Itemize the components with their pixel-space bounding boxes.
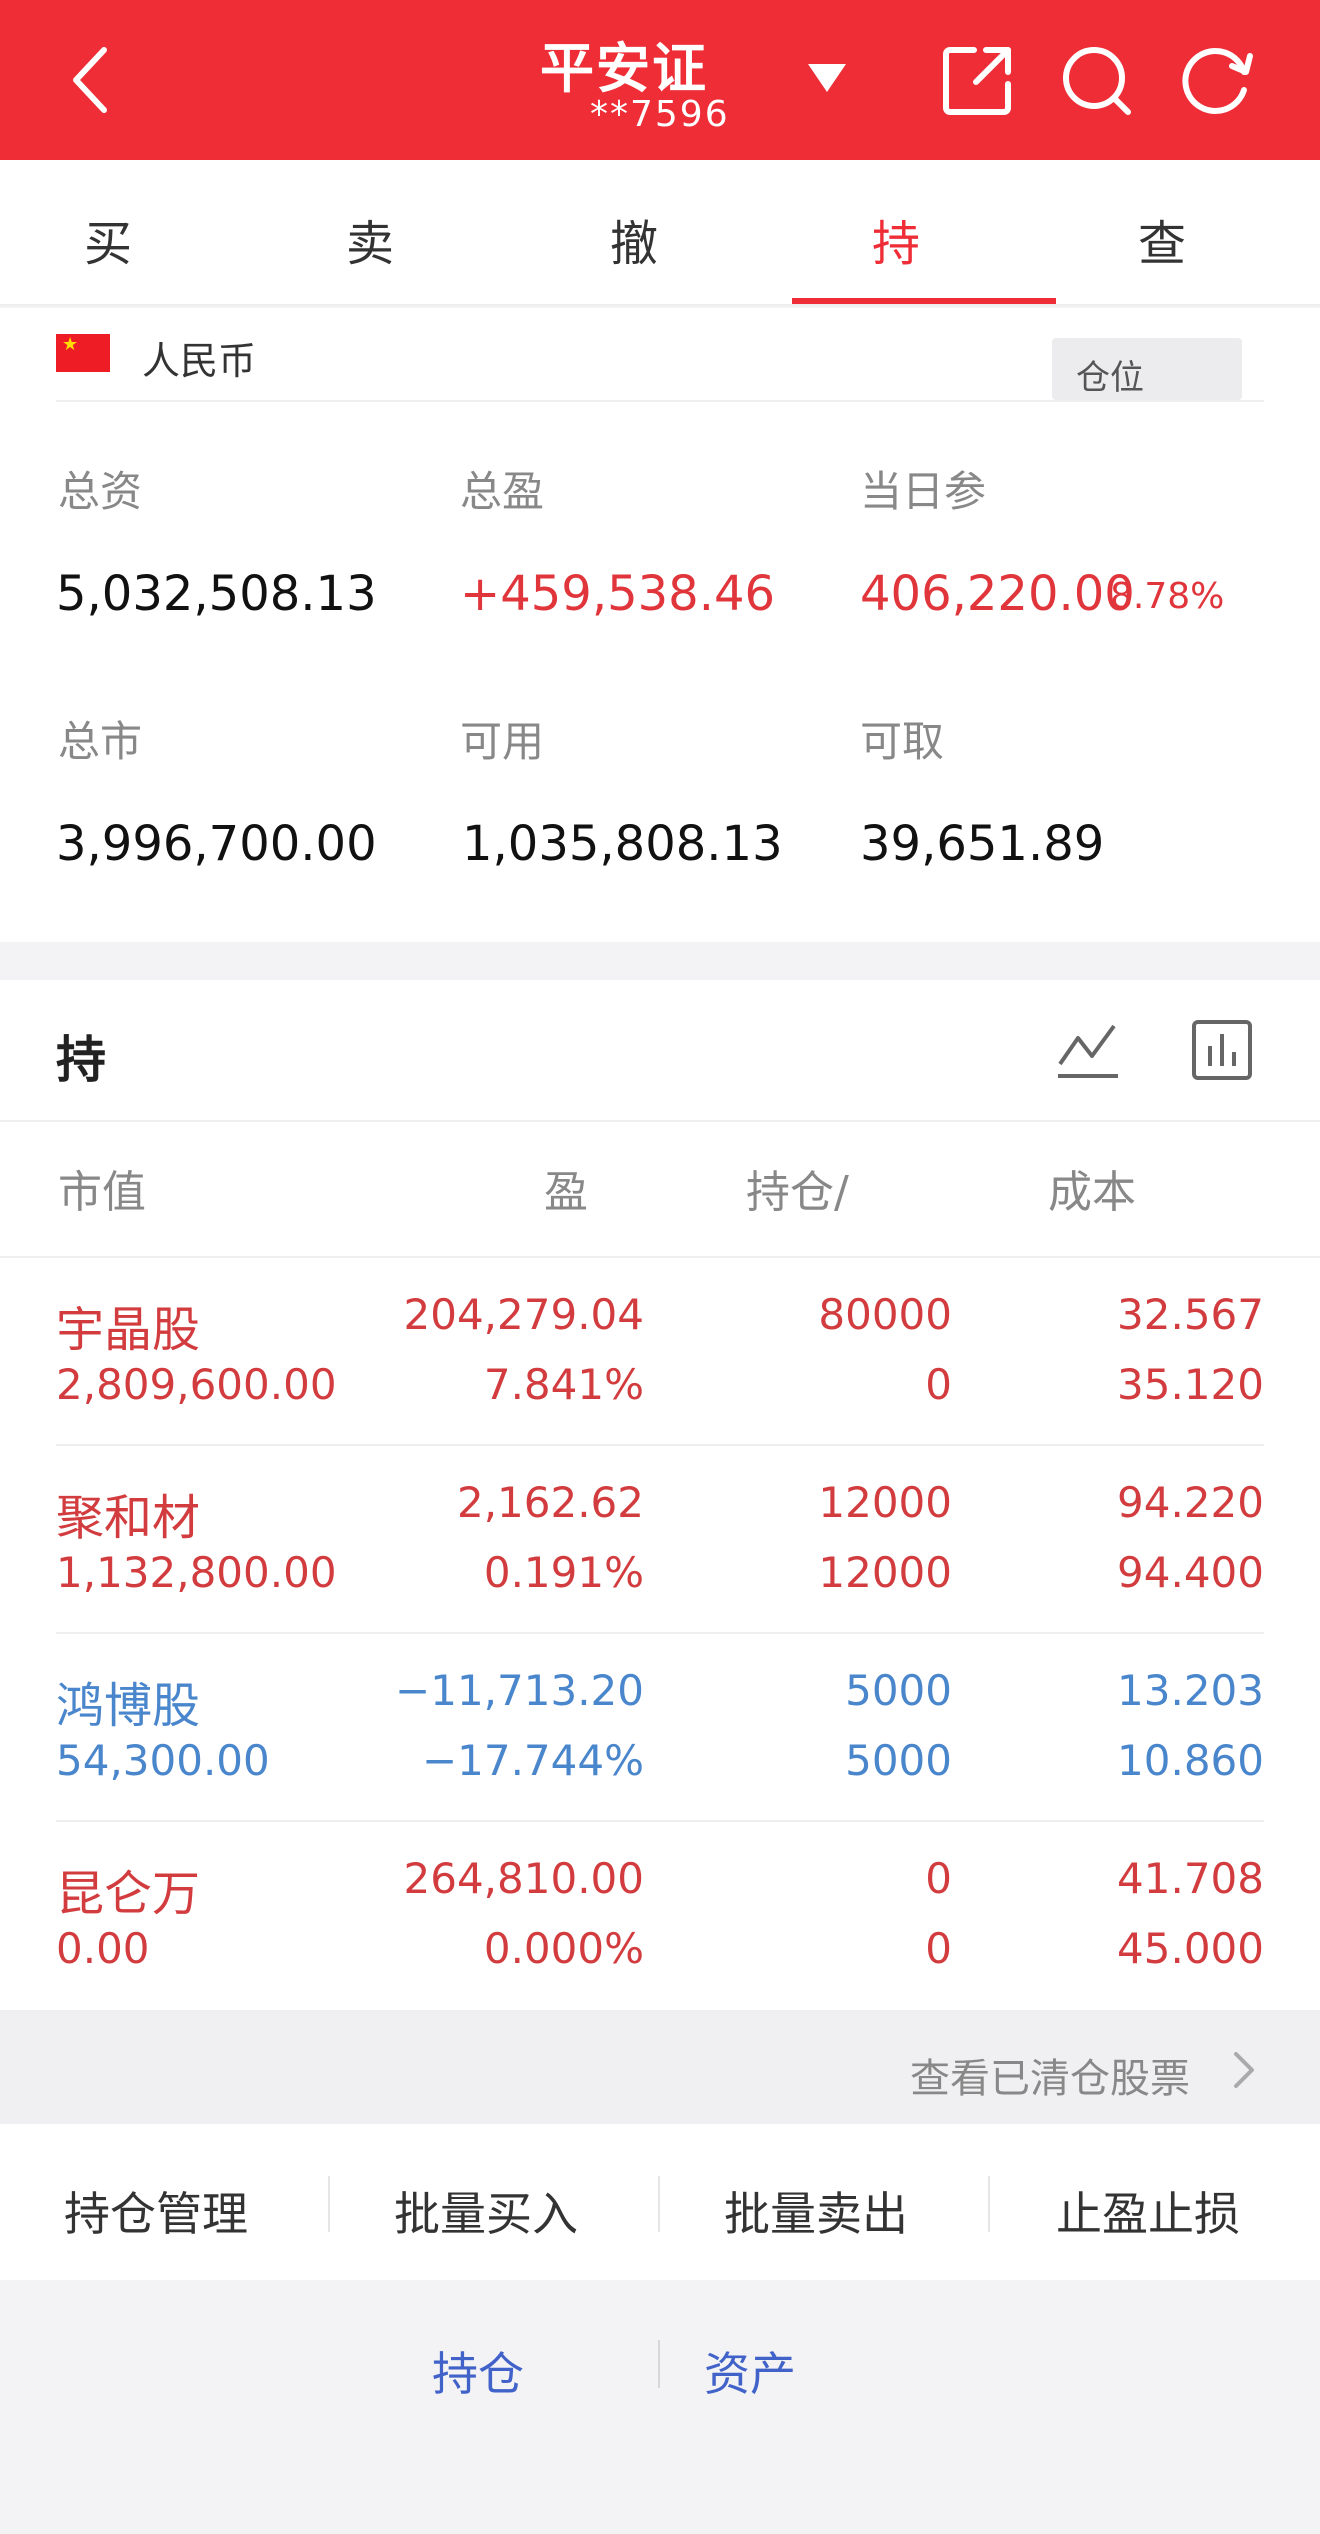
view-cleared-stocks-link[interactable]: 查看已清仓股票 [910, 2046, 1190, 2104]
active-tab-indicator [792, 298, 1056, 304]
daily-pl-label: 当日参 [860, 467, 987, 516]
assets-analysis-link[interactable]: 资产 [704, 2338, 796, 2404]
profit-loss-percent: 0.191% [483, 1548, 644, 1597]
withdrawable-label: 可取 [860, 717, 945, 766]
divider [658, 2340, 660, 2388]
available-qty: 0 [925, 1924, 952, 1973]
total-assets-label: 总资 [58, 467, 143, 516]
position-qty: 0 [925, 1854, 952, 1903]
divider [0, 1256, 1320, 1258]
tab-cancel[interactable]: 撤 [610, 204, 658, 274]
current-price: 35.120 [1117, 1360, 1264, 1409]
top-bar: 平安证 **7596 [0, 0, 1320, 160]
available-funds-value: 1,035,808.13 [462, 816, 783, 872]
profit-loss: 204,279.04 [403, 1290, 644, 1339]
market-value-label: 总市 [58, 717, 143, 766]
position-qty: 80000 [818, 1290, 952, 1339]
total-assets-value: 5,032,508.13 [56, 566, 377, 622]
refresh-icon[interactable] [1180, 42, 1256, 118]
cost-price: 94.220 [1117, 1478, 1264, 1527]
china-flag-icon: ★ [56, 334, 110, 372]
back-arrow-icon[interactable] [62, 40, 122, 120]
position-qty: 5000 [845, 1666, 952, 1715]
take-profit-stop-loss-button[interactable]: 止盈止损 [1056, 2178, 1240, 2244]
column-market-value: 市值 [58, 1167, 146, 1218]
profit-loss: 2,162.62 [456, 1478, 644, 1527]
currency-label[interactable]: 人民币 [142, 330, 256, 385]
batch-sell-button[interactable]: 批量卖出 [724, 2178, 908, 2244]
divider [56, 1632, 1264, 1634]
cleared-stocks-bar: 查看已清仓股票 [0, 2010, 1320, 2124]
cost-price: 13.203 [1117, 1666, 1264, 1715]
profit-loss: 264,810.00 [403, 1854, 644, 1903]
available-qty: 5000 [845, 1736, 952, 1785]
divider [328, 2176, 330, 2232]
share-icon[interactable] [940, 42, 1016, 118]
column-position: 持仓/ [746, 1167, 849, 1218]
holdings-title: 持 [56, 1031, 106, 1089]
profit-loss-percent: 0.000% [483, 1924, 644, 1973]
divider [56, 400, 1264, 402]
trend-chart-icon[interactable] [1054, 1016, 1122, 1084]
total-pl-value: +459,538.46 [460, 566, 776, 622]
profit-loss-percent: −17.744% [421, 1736, 644, 1785]
daily-pl-value: 406,220.00 [860, 566, 1135, 622]
current-price: 94.400 [1117, 1548, 1264, 1597]
trade-tabs: 买 卖 撤 持 查 [0, 160, 1320, 306]
column-cost: 成本 [1048, 1167, 1136, 1218]
divider [56, 1820, 1264, 1822]
position-qty: 12000 [818, 1478, 952, 1527]
divider [988, 2176, 990, 2232]
broker-title[interactable]: 平安证 [540, 24, 708, 103]
position-button[interactable]: 仓位 [1052, 338, 1242, 400]
tab-sell[interactable]: 卖 [346, 204, 394, 274]
current-price: 45.000 [1117, 1924, 1264, 1973]
available-qty: 12000 [818, 1548, 952, 1597]
column-profit-loss: 盈 [544, 1167, 588, 1218]
stock-name: 鸿博股 [56, 1678, 201, 1734]
search-icon[interactable] [1058, 42, 1134, 118]
market-value: 54,300.00 [56, 1736, 270, 1785]
holdings-analysis-link[interactable]: 持仓 [432, 2338, 524, 2404]
divider [56, 1444, 1264, 1446]
cost-price: 41.708 [1117, 1854, 1264, 1903]
account-number: **7596 [590, 94, 730, 135]
market-value: 0.00 [56, 1924, 150, 1973]
bar-chart-icon[interactable] [1188, 1016, 1256, 1084]
footer: 持仓 资产 [0, 2280, 1320, 2534]
stock-name: 昆仑万 [56, 1866, 201, 1922]
cost-price: 32.567 [1117, 1290, 1264, 1339]
batch-buy-button[interactable]: 批量买入 [394, 2178, 578, 2244]
current-price: 10.860 [1117, 1736, 1264, 1785]
holdings-panel: 持 市值 盈 持仓/ 成本 宇晶股 2,809,600.00 204,279.0… [0, 980, 1320, 2010]
divider [658, 2176, 660, 2232]
stock-name: 宇晶股 [56, 1302, 201, 1358]
account-summary-card: ★ 人民币 仓位 总资 5,032,508.13 总盈 +459,538.46 … [0, 308, 1320, 942]
chevron-right-icon[interactable] [1230, 2050, 1258, 2090]
stock-name: 聚和材 [56, 1490, 201, 1546]
available-qty: 0 [925, 1360, 952, 1409]
tab-buy[interactable]: 买 [84, 204, 132, 274]
divider [0, 1120, 1320, 1122]
market-value-value: 3,996,700.00 [56, 816, 377, 872]
daily-pl-percent: 8.78% [1110, 576, 1225, 617]
manage-positions-button[interactable]: 持仓管理 [64, 2178, 248, 2244]
profit-loss: −11,713.20 [395, 1666, 644, 1715]
holding-actions-bar: 持仓管理 批量买入 批量卖出 止盈止损 [0, 2124, 1320, 2280]
chevron-down-icon[interactable] [808, 64, 846, 92]
profit-loss-percent: 7.841% [483, 1360, 644, 1409]
tab-holdings[interactable]: 持 [872, 204, 920, 274]
market-value: 1,132,800.00 [56, 1548, 337, 1597]
withdrawable-value: 39,651.89 [860, 816, 1105, 872]
available-funds-label: 可用 [460, 717, 545, 766]
total-pl-label: 总盈 [460, 467, 545, 516]
tab-query[interactable]: 查 [1138, 204, 1186, 274]
market-value: 2,809,600.00 [56, 1360, 337, 1409]
